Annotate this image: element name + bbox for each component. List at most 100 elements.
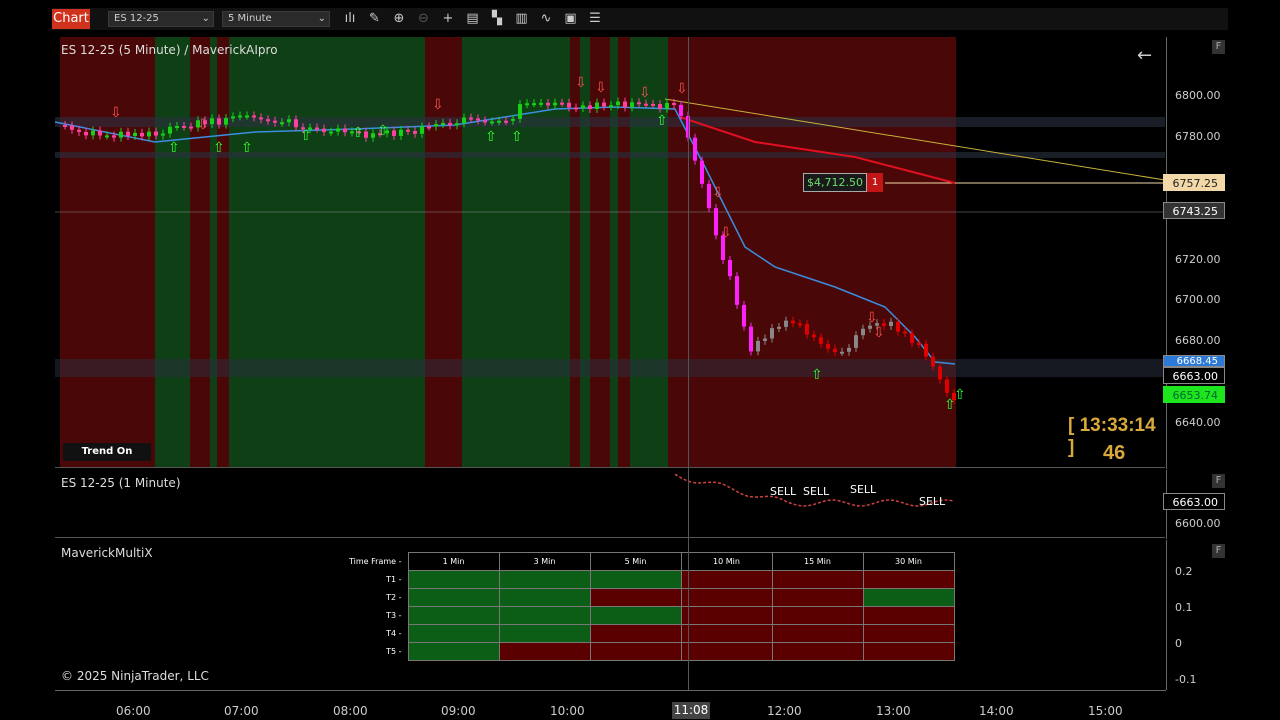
zoom-in-icon[interactable]: ⊕ (390, 10, 408, 28)
candle (707, 184, 711, 208)
candle (189, 127, 193, 129)
sell-arrow-icon: ⇩ (110, 105, 122, 121)
price-axis[interactable]: 6800.00 6780.00 6720.00 6700.00 6680.00 … (1166, 37, 1228, 469)
tick-label: -0.1 (1175, 673, 1196, 686)
indicators-icon[interactable]: ▥ (513, 10, 531, 28)
candle (245, 115, 249, 117)
buy-arrow-icon: ⇧ (954, 387, 966, 403)
candle (560, 103, 564, 105)
timeframe-matrix: Time Frame -1 Min 3 Min 5 Min 10 Min 15 Min 3… (348, 552, 955, 661)
multix-panel: MaverickMultiX Time Frame -1 Min 3 Min 5 M… (55, 540, 1165, 690)
sell-signal: SELL (803, 485, 829, 498)
row-label: T1 - (348, 571, 408, 589)
candle (140, 133, 144, 137)
target-price-label: 6757.25 (1163, 174, 1225, 191)
candle (791, 321, 795, 324)
time-tick: 08:00 (333, 704, 368, 718)
trend-cell-down (772, 625, 863, 643)
back-arrow-icon[interactable]: ← (1137, 45, 1152, 66)
main-price-panel[interactable]: ⇩ ⇩ ⇩ ⇩ ⇩ ⇩ ⇩ ⇩ ⇩ ⇩ ⇩ ⇧ ⇧ ⇧ ⇧ ⇧ ⇧ ⇧ ⇧ ⇧ ⇧ ⇧ ⇧ ES 12-25 (5 Minu… (55, 37, 1165, 468)
candle (217, 118, 221, 124)
candle (546, 103, 550, 106)
candle (609, 105, 613, 107)
candle (945, 379, 949, 392)
candle (280, 122, 284, 124)
pnl-label[interactable]: $4,712.50 (803, 173, 867, 192)
candle (889, 322, 893, 326)
trend-on-button[interactable]: Trend On (63, 443, 151, 461)
tick-label: 6680.00 (1175, 334, 1221, 347)
panel3-axis[interactable]: 0.2 0.1 0 -0.1 F (1166, 540, 1228, 690)
candle (329, 132, 333, 134)
timeframe-header: 10 Min (681, 553, 772, 571)
matrix-row: T4 - (348, 625, 954, 643)
crosshair-icon[interactable]: + (439, 10, 457, 28)
timeframe-header: 15 Min (772, 553, 863, 571)
candle (777, 327, 781, 329)
candle (917, 343, 921, 345)
buy-arrow-icon: ⇧ (352, 125, 364, 141)
zone-band (55, 359, 1165, 377)
candle (938, 367, 942, 380)
candle (336, 128, 340, 131)
candle (903, 332, 907, 334)
candle (833, 349, 837, 352)
panel3-title: MaverickMultiX (61, 546, 153, 560)
templates-icon[interactable]: ▣ (562, 10, 580, 28)
trend-cell-down (772, 571, 863, 589)
candle (315, 128, 319, 130)
sell-signal: SELL (919, 495, 945, 508)
properties-icon[interactable]: ▚ (488, 10, 506, 28)
position-quantity[interactable]: 1 (867, 173, 883, 192)
last-price-label: 6663.00 (1163, 367, 1225, 384)
candle (861, 329, 865, 335)
candle (728, 260, 732, 276)
candle (371, 133, 375, 137)
candle (770, 328, 774, 338)
bar-type-icon[interactable]: ılı (341, 10, 359, 28)
buy-arrow-icon: ⇧ (300, 128, 312, 144)
pencil-icon[interactable]: ✎ (366, 10, 384, 28)
candle (553, 103, 557, 106)
buy-arrow-icon: ⇧ (168, 140, 180, 156)
trend-cell-up (408, 589, 499, 607)
candle (623, 102, 627, 108)
sell-arrow-icon: ⇩ (866, 310, 878, 326)
sell-arrow-icon: ⇩ (639, 85, 651, 101)
candle (427, 126, 431, 128)
trend-cell-up (408, 571, 499, 589)
buy-arrow-icon: ⇧ (511, 129, 523, 145)
instrument-value: ES 12-25 (114, 13, 159, 24)
buy-arrow-icon: ⇧ (656, 113, 668, 129)
f-button[interactable]: F (1212, 474, 1225, 488)
tick-label: 6640.00 (1175, 416, 1221, 429)
candle (616, 102, 620, 106)
zoom-out-icon[interactable]: ⊖ (415, 10, 433, 28)
panel-1min[interactable]: ES 12-25 (1 Minute) SELL SELL SELL SELL (55, 470, 1165, 538)
candle (399, 130, 403, 136)
candle (182, 126, 186, 128)
f-button[interactable]: F (1212, 544, 1225, 558)
strategies-icon[interactable]: ∿ (537, 10, 555, 28)
candle (826, 344, 830, 349)
candle (595, 103, 599, 109)
candle (70, 125, 74, 129)
candle (448, 123, 452, 125)
matrix-row: T1 - (348, 571, 954, 589)
f-button[interactable]: F (1212, 40, 1225, 54)
candle (476, 118, 480, 120)
panel2-axis[interactable]: 6663.00 6600.00 F (1166, 470, 1228, 539)
candle (714, 208, 718, 235)
candle (763, 338, 767, 340)
trend-cell-down (590, 625, 681, 643)
buy-arrow-icon: ⇧ (485, 129, 497, 145)
instrument-select[interactable]: ES 12-25 ⌄ (108, 11, 214, 27)
candle (91, 130, 95, 135)
chart-tab[interactable]: Chart (52, 9, 90, 29)
list-icon[interactable]: ☰ (586, 10, 604, 28)
data-box-icon[interactable]: ▤ (464, 10, 482, 28)
tick-label: 6720.00 (1175, 253, 1221, 266)
interval-select[interactable]: 5 Minute ⌄ (222, 11, 330, 27)
ema-line (55, 107, 955, 364)
trend-cell-down (863, 607, 954, 625)
